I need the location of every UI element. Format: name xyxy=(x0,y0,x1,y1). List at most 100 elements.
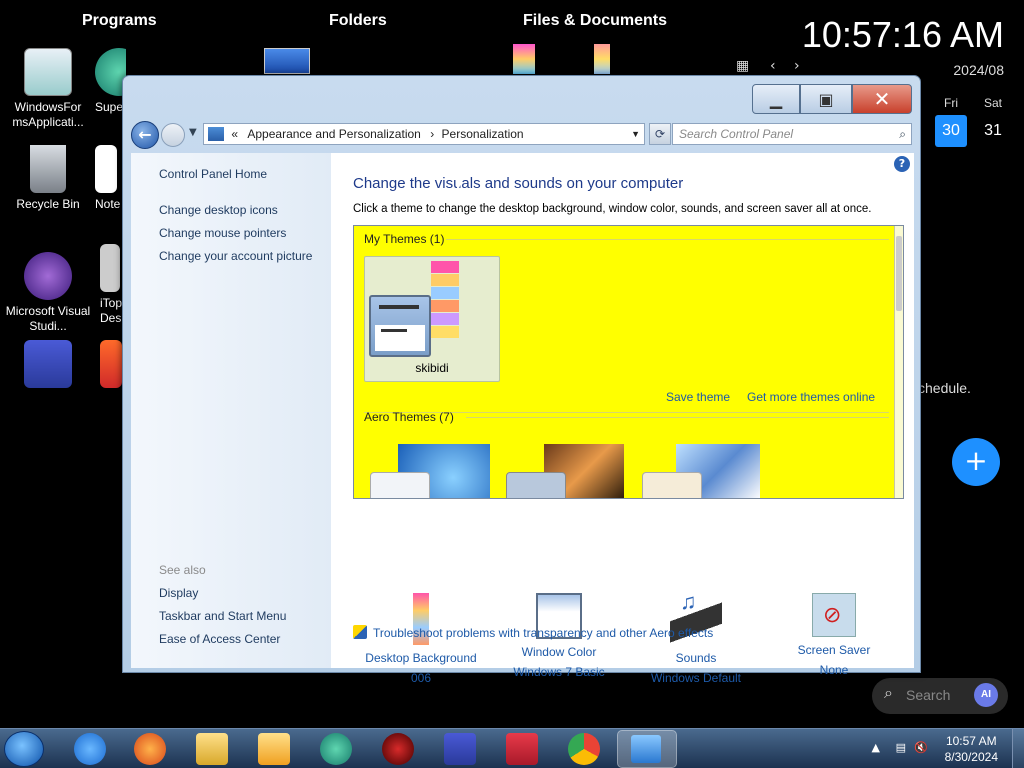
clock-time: 10:57:16 AM xyxy=(801,14,1004,55)
setting-value: Windows Default xyxy=(650,671,742,685)
search-label: Search xyxy=(906,687,951,703)
clock-date: 2024/08 xyxy=(953,62,1004,78)
taskbar-time: 10:57 AM xyxy=(945,734,997,748)
theme-card-skibidi[interactable]: skibidi xyxy=(364,256,500,382)
chevron-down-icon[interactable]: ▼ xyxy=(631,124,640,144)
desktop-icon-recycle-bin[interactable]: Recycle Bin xyxy=(3,145,93,212)
recycle-bin-icon xyxy=(30,145,66,193)
network-icon[interactable]: ▤ xyxy=(896,741,906,754)
search-icon: ⌕ xyxy=(884,685,893,702)
chrome-icon[interactable] xyxy=(568,733,600,765)
theme-card-aero-characters[interactable] xyxy=(640,444,770,498)
link-change-mouse-pointers[interactable]: Change mouse pointers xyxy=(159,226,286,240)
security-app-icon[interactable] xyxy=(382,733,414,765)
screen-recorder-icon[interactable] xyxy=(506,733,538,765)
address-field[interactable]: « Appearance and Personalization › Perso… xyxy=(203,123,645,145)
ai-assistant-icon[interactable]: AI xyxy=(974,683,998,707)
breadcrumb-personalization[interactable]: Personalization xyxy=(442,127,524,141)
control-panel-window: ▁ ▣ ✕ ← ▼ « Appearance and Personalizati… xyxy=(122,75,921,685)
notepad-icon xyxy=(95,145,117,193)
calendar-day[interactable]: 31 xyxy=(977,115,1009,147)
breadcrumb-overflow[interactable]: « xyxy=(231,127,238,141)
theme-wallpaper-preview xyxy=(431,261,459,338)
troubleshoot-aero-link[interactable]: Troubleshoot problems with transparency … xyxy=(353,625,713,640)
screen-saver-setting[interactable]: ⊘ Screen Saver None xyxy=(764,593,904,677)
link-ease-of-access[interactable]: Ease of Access Center xyxy=(159,632,280,646)
main-content-pane: ? Change the visuals and sounds on your … xyxy=(331,153,914,685)
app-window-icon xyxy=(24,48,72,96)
globe-app-icon[interactable] xyxy=(320,733,352,765)
theme-list-scrollbar[interactable] xyxy=(894,226,903,498)
taskbar: ▲ ▤ 🔇 10:57 AM 8/30/2024 xyxy=(0,728,1024,768)
save-theme-link[interactable]: Save theme xyxy=(666,390,730,404)
refresh-button[interactable]: ⟳ xyxy=(649,123,671,145)
media-player-icon[interactable] xyxy=(258,733,290,765)
desktop-icon-note[interactable]: Note xyxy=(90,145,122,212)
calendar-day-header: Sat xyxy=(983,96,1002,110)
screen-saver-icon: ⊘ xyxy=(812,593,856,637)
volume-muted-icon[interactable]: 🔇 xyxy=(914,741,928,754)
taskbar-clock[interactable]: 10:57 AM 8/30/2024 xyxy=(945,733,998,765)
group-divider xyxy=(446,239,889,240)
forward-button[interactable] xyxy=(161,123,185,147)
recent-pages-dropdown[interactable]: ▼ xyxy=(189,127,197,138)
search-icon[interactable]: ⌕ xyxy=(899,124,906,144)
fire-app-icon xyxy=(100,340,122,388)
desktop-icon-itop[interactable]: iTop Desk xyxy=(90,244,122,326)
chevron-right-icon[interactable]: › xyxy=(794,58,800,74)
close-icon: ✕ xyxy=(873,87,891,111)
visual-studio-icon xyxy=(24,252,72,300)
internet-explorer-icon[interactable] xyxy=(74,733,106,765)
chevron-left-icon[interactable]: ‹ xyxy=(770,58,776,74)
desktop-icon-windowsforms[interactable]: WindowsFor msApplicati... xyxy=(3,48,93,130)
folder-icon[interactable] xyxy=(264,48,310,74)
search-control-panel-input[interactable]: Search Control Panel ⌕ xyxy=(672,123,912,145)
taskbar-date: 8/30/2024 xyxy=(944,750,998,764)
link-control-panel-home[interactable]: Control Panel Home xyxy=(159,167,267,181)
back-button[interactable]: ← xyxy=(131,121,159,149)
breadcrumb-appearance[interactable]: Appearance and Personalization xyxy=(247,127,420,141)
link-change-desktop-icons[interactable]: Change desktop icons xyxy=(159,203,278,217)
desktop-header-folders: Folders xyxy=(329,12,387,29)
breadcrumb-separator: › xyxy=(430,127,435,141)
widget-search[interactable]: ⌕ Search AI xyxy=(872,678,1008,714)
document-thumbnail-icon[interactable] xyxy=(594,44,610,74)
group-divider xyxy=(466,417,889,418)
left-navigation-pane: Control Panel Home Change desktop icons … xyxy=(131,153,331,668)
show-hidden-icons-icon[interactable]: ▲ xyxy=(872,741,880,754)
minimize-button[interactable]: ▁ xyxy=(752,84,800,114)
arrow-left-icon: ← xyxy=(138,125,152,144)
get-more-themes-link[interactable]: Get more themes online xyxy=(747,390,875,404)
itop-icon xyxy=(100,244,120,292)
restore-app-icon[interactable] xyxy=(444,733,476,765)
show-desktop-button[interactable] xyxy=(1012,729,1024,768)
close-button[interactable]: ✕ xyxy=(852,84,912,114)
desktop-icon-fire[interactable] xyxy=(100,340,124,388)
window-controls: ▁ ▣ ✕ xyxy=(752,84,912,114)
shield-icon xyxy=(353,625,367,639)
file-explorer-icon[interactable] xyxy=(196,733,228,765)
calendar-day-selected[interactable]: 30 xyxy=(935,115,967,147)
link-taskbar-start-menu[interactable]: Taskbar and Start Menu xyxy=(159,609,286,623)
calendar-icon[interactable]: ▦ xyxy=(736,58,749,74)
link-display[interactable]: Display xyxy=(159,586,198,600)
setting-value: 006 xyxy=(410,671,432,685)
help-icon[interactable]: ? xyxy=(894,156,910,172)
firefox-icon[interactable] xyxy=(134,733,166,765)
desktop-icon-restore[interactable] xyxy=(3,340,93,392)
add-event-button[interactable]: + xyxy=(952,438,1000,486)
link-change-account-picture[interactable]: Change your account picture xyxy=(159,249,312,263)
aero-themes-label: Aero Themes (7) xyxy=(364,410,454,424)
desktop-icon-visual-studio[interactable]: Microsoft Visual Studi... xyxy=(3,252,93,334)
theme-card-aero-architecture[interactable] xyxy=(504,444,634,498)
maximize-button[interactable]: ▣ xyxy=(800,84,852,114)
start-button[interactable] xyxy=(4,731,44,767)
document-thumbnail-icon[interactable] xyxy=(513,44,535,74)
control-panel-taskbar-button[interactable] xyxy=(617,730,677,768)
control-panel-icon xyxy=(631,735,661,763)
desktop-header-programs: Programs xyxy=(82,12,157,29)
control-panel-icon xyxy=(208,127,224,141)
desktop-icon-label: Note xyxy=(95,197,121,211)
desktop-icon-super[interactable]: Supe xyxy=(82,48,126,115)
theme-card-aero-windows7[interactable] xyxy=(368,444,498,498)
